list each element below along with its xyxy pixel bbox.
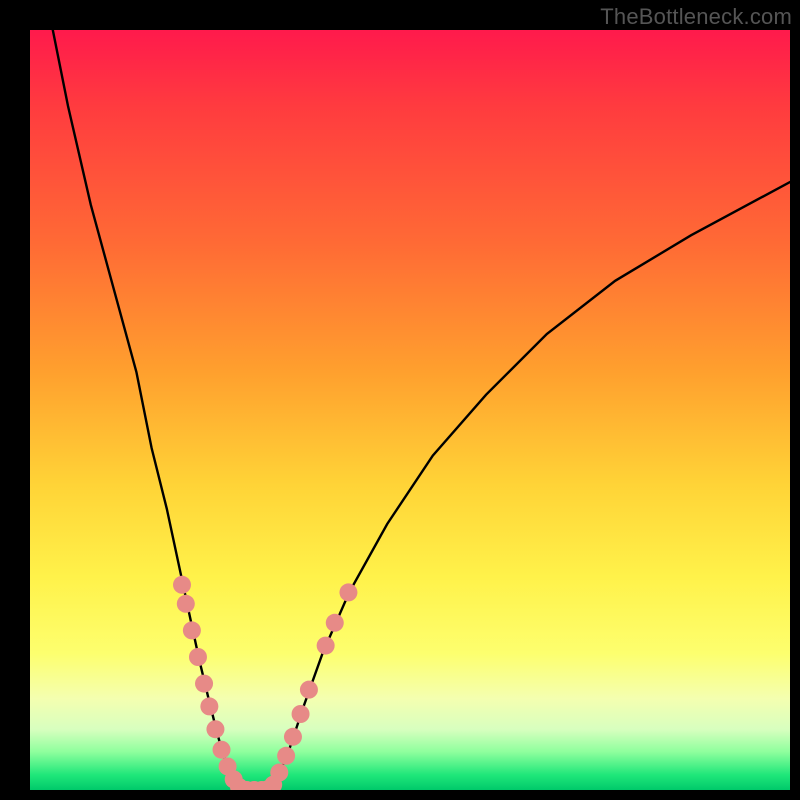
- data-dot: [317, 637, 335, 655]
- curve-data-dots: [173, 576, 357, 790]
- data-dot: [277, 747, 295, 765]
- data-dot: [284, 728, 302, 746]
- data-dot: [292, 705, 310, 723]
- data-dot: [339, 583, 357, 601]
- bottleneck-curve: [53, 30, 790, 790]
- chart-plot-area: [30, 30, 790, 790]
- data-dot: [195, 675, 213, 693]
- data-dot: [206, 720, 224, 738]
- chart-frame: TheBottleneck.com: [0, 0, 800, 800]
- data-dot: [270, 764, 288, 782]
- data-dot: [189, 648, 207, 666]
- data-dot: [173, 576, 191, 594]
- data-dot: [200, 697, 218, 715]
- watermark-text: TheBottleneck.com: [600, 4, 792, 30]
- data-dot: [326, 614, 344, 632]
- data-dot: [300, 681, 318, 699]
- data-dot: [183, 621, 201, 639]
- data-dot: [177, 595, 195, 613]
- data-dot: [213, 741, 231, 759]
- chart-svg: [30, 30, 790, 790]
